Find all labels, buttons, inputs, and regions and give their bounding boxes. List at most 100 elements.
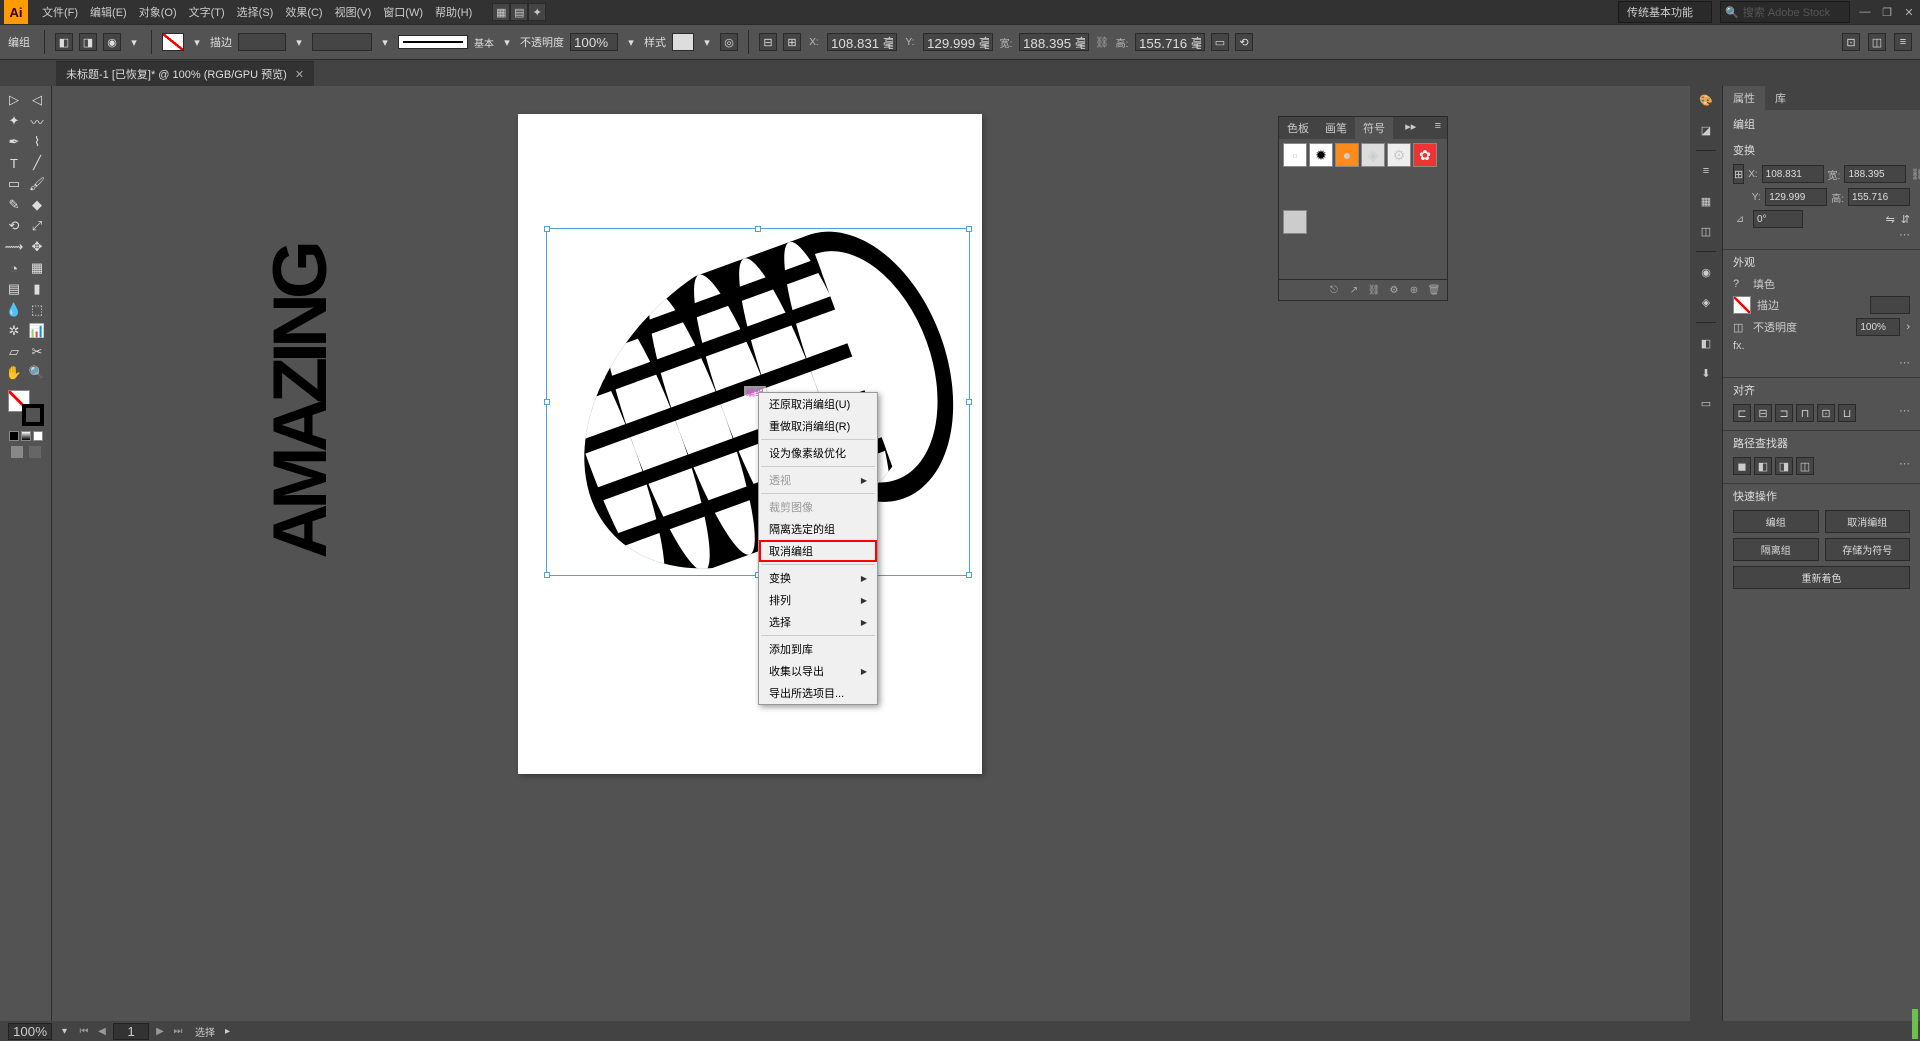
dock-transparency-icon[interactable]: ◫ [1696, 221, 1716, 241]
blend-tool-icon[interactable]: ⬚ [26, 300, 48, 320]
handle-tl[interactable] [544, 226, 550, 232]
window-restore-icon[interactable]: ❐ [1880, 5, 1894, 19]
symbol-item[interactable]: ✿ [1413, 143, 1437, 167]
ctx-export-selection[interactable]: 导出所选项目... [759, 682, 877, 704]
slice-tool-icon[interactable]: ✂ [26, 342, 48, 362]
ctx-redo[interactable]: 重做取消编组(R) [759, 415, 877, 437]
brush-preview[interactable] [398, 35, 468, 49]
panel-menu-icon[interactable]: ≡ [1894, 33, 1912, 51]
scale-tool-icon[interactable]: ⤢ [26, 216, 48, 236]
align-top-icon[interactable]: ⊓ [1796, 404, 1814, 422]
brush-dropdown[interactable]: ▾ [500, 33, 514, 51]
stroke-weight-input[interactable] [238, 33, 286, 51]
symbol-item[interactable]: ⚙ [1387, 143, 1411, 167]
h-input[interactable] [1135, 33, 1205, 51]
panel-tab-symbols[interactable]: 符号 [1355, 117, 1393, 139]
align-hcenter-icon[interactable]: ⊟ [1754, 404, 1772, 422]
dock-gradient-icon[interactable]: ▦ [1696, 191, 1716, 211]
btn-isolate[interactable]: 隔离组 [1733, 538, 1819, 561]
artboard-tool-icon[interactable]: ▱ [3, 342, 25, 362]
menu-object[interactable]: 对象(O) [133, 4, 183, 20]
shaper-tool-icon[interactable]: ✎ [3, 195, 25, 215]
ctx-undo[interactable]: 还原取消编组(U) [759, 393, 877, 415]
btn-group[interactable]: 编组 [1733, 510, 1819, 533]
dock-graphic-styles-icon[interactable]: ◈ [1696, 292, 1716, 312]
pathfinder-minus-icon[interactable]: ◧ [1754, 457, 1772, 475]
gradient-tool-icon[interactable]: ▮ [26, 279, 48, 299]
width-tool-icon[interactable]: ⟿ [3, 237, 25, 257]
recolor-art-icon[interactable]: ◎ [720, 33, 738, 51]
bridge-icon[interactable]: ▦ [492, 3, 510, 21]
edit-envelope-icon[interactable]: ◨ [79, 33, 97, 51]
symbol-item[interactable]: ● [1335, 143, 1359, 167]
ctx-transform[interactable]: 变换 [759, 567, 877, 589]
ctx-ungroup[interactable]: 取消编组 [759, 540, 877, 562]
ctx-pixel-perfect[interactable]: 设为像素级优化 [759, 442, 877, 464]
direct-selection-tool-icon[interactable]: ◁ [26, 90, 48, 110]
symbol-item[interactable]: ▯ [1283, 210, 1307, 234]
handle-br[interactable] [966, 572, 972, 578]
document-tab[interactable]: 未标题-1 [已恢复]* @ 100% (RGB/GPU 预览) ✕ [56, 61, 314, 86]
isolate-icon[interactable]: ⊡ [1842, 33, 1860, 51]
more-options-icon[interactable]: ⋯ [1733, 228, 1910, 241]
panel-tab-swatches[interactable]: 色板 [1279, 117, 1317, 139]
align-icon[interactable]: ⊟ [759, 33, 777, 51]
props-y-input[interactable] [1765, 188, 1827, 206]
paintbrush-tool-icon[interactable]: 🖌 [26, 174, 48, 194]
place-symbol-icon[interactable]: ↗ [1347, 283, 1361, 297]
dock-color-icon[interactable]: 🎨 [1696, 90, 1716, 110]
link-wh-icon[interactable]: ⛓ [1910, 168, 1920, 181]
workspace-switcher[interactable]: 传统基本功能 [1618, 1, 1712, 23]
panel-menu-icon[interactable]: ≡ [1429, 117, 1447, 139]
window-close-icon[interactable]: ✕ [1902, 5, 1916, 19]
more-options-icon[interactable]: ⋯ [1733, 356, 1910, 369]
rectangle-tool-icon[interactable]: ▭ [3, 174, 25, 194]
window-minimize-icon[interactable]: — [1858, 5, 1872, 19]
stroke-color[interactable] [22, 404, 44, 426]
selection-tool-icon[interactable]: ▷ [3, 90, 25, 110]
props-x-input[interactable] [1762, 165, 1824, 183]
transform-icon[interactable]: ⟲ [1235, 33, 1253, 51]
stroke-variable-dropdown[interactable]: ▾ [378, 33, 392, 51]
reference-point-selector[interactable]: ⊞ [1733, 164, 1744, 184]
symbol-item[interactable]: ▫ [1283, 143, 1307, 167]
symbol-options-icon[interactable]: ⚙ [1387, 283, 1401, 297]
close-tab-icon[interactable]: ✕ [295, 68, 304, 81]
type-tool-icon[interactable]: T [3, 153, 25, 173]
stroke-variable-input[interactable] [312, 33, 372, 51]
props-w-input[interactable] [1844, 165, 1906, 183]
fill-stroke-control[interactable] [8, 390, 44, 426]
link-wh-icon[interactable]: ⛓ [1095, 36, 1109, 49]
menu-file[interactable]: 文件(F) [36, 4, 84, 20]
ctx-collect-export[interactable]: 收集以导出 [759, 660, 877, 682]
eyedropper-tool-icon[interactable]: 💧 [3, 300, 25, 320]
menu-select[interactable]: 选择(S) [231, 4, 280, 20]
stroke-swatch[interactable] [1733, 296, 1751, 314]
opacity-dropdown[interactable]: ▾ [624, 33, 638, 51]
arrange-docs-icon[interactable]: ▤ [510, 3, 528, 21]
delete-symbol-icon[interactable]: 🗑 [1427, 283, 1441, 297]
handle-bl[interactable] [544, 572, 550, 578]
graphic-style-swatch[interactable] [672, 33, 694, 51]
swatch-black[interactable] [9, 431, 19, 441]
align-right-icon[interactable]: ⊐ [1775, 404, 1793, 422]
panel-collapse-icon[interactable]: ▸▸ [1399, 117, 1422, 139]
handle-tr[interactable] [966, 226, 972, 232]
prev-artboard-icon[interactable]: ◀ [95, 1026, 109, 1037]
handle-l[interactable] [544, 399, 550, 405]
mask-icon[interactable]: ◫ [1868, 33, 1886, 51]
zoom-input[interactable] [8, 1023, 52, 1040]
tab-libraries[interactable]: 库 [1765, 86, 1796, 110]
btn-save-symbol[interactable]: 存储为符号 [1825, 538, 1911, 561]
reference-point-icon[interactable]: ⊞ [783, 33, 801, 51]
pathfinder-unite-icon[interactable]: ◼ [1733, 457, 1751, 475]
menu-help[interactable]: 帮助(H) [429, 4, 478, 20]
pathfinder-intersect-icon[interactable]: ◨ [1775, 457, 1793, 475]
menu-type[interactable]: 文字(T) [183, 4, 231, 20]
align-vcenter-icon[interactable]: ⊡ [1817, 404, 1835, 422]
align-left-icon[interactable]: ⊏ [1733, 404, 1751, 422]
symbol-item[interactable]: ✹ [1309, 143, 1333, 167]
search-stock-input[interactable]: 🔍搜索 Adobe Stock [1720, 1, 1850, 23]
pen-tool-icon[interactable]: ✒ [3, 132, 25, 152]
curvature-tool-icon[interactable]: ⌇ [26, 132, 48, 152]
